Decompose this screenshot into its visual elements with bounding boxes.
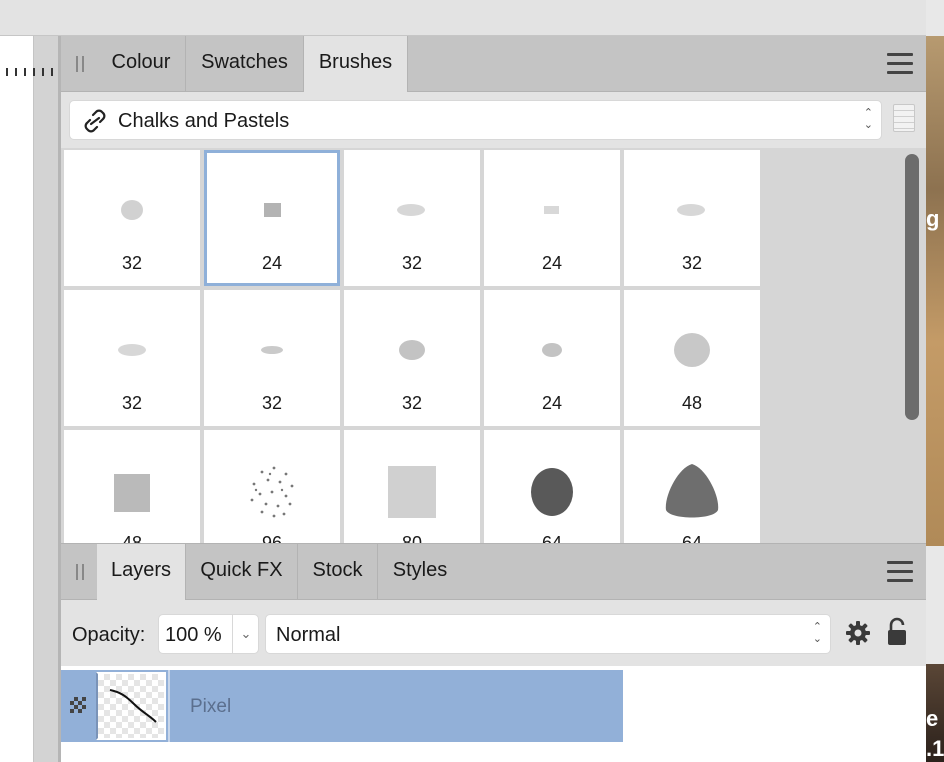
brushes-panel: Colour Swatches Brushes Chalks and Paste…	[61, 36, 926, 543]
brush-grid: 32 24 32 24 32 32 32 32 24 48 48 96 80 6…	[61, 148, 899, 543]
tab-quick-fx[interactable]: Quick FX	[186, 544, 298, 600]
blend-mode-value: Normal	[276, 624, 341, 646]
updown-chevron-icon: ⌃ ⌄	[863, 107, 873, 131]
brush-preview-icon	[388, 466, 436, 518]
opacity-field[interactable]: 100 % ⌄	[158, 614, 259, 654]
brush-cell[interactable]: 96	[204, 430, 340, 543]
vertical-ruler	[0, 36, 34, 762]
layer-thumbnail	[96, 672, 166, 740]
ruler-ticks	[6, 68, 54, 76]
brush-size-label: 32	[681, 253, 703, 273]
brush-cell[interactable]: 24	[484, 290, 620, 426]
window-top-strip	[0, 0, 926, 36]
panel-grip-icon[interactable]	[76, 56, 84, 72]
brush-category-select[interactable]: Chalks and Pastels ⌃ ⌄	[69, 100, 882, 140]
gear-icon[interactable]	[845, 620, 871, 646]
brush-size-label: 24	[261, 253, 283, 273]
brush-preview-icon	[677, 204, 705, 216]
brush-list-view-icon[interactable]	[893, 104, 915, 132]
layers-tab-bar: Layers Quick FX Stock Styles	[61, 544, 926, 600]
brush-preview-icon	[665, 464, 719, 518]
tab-brushes[interactable]: Brushes	[304, 36, 408, 92]
brush-cell[interactable]: 80	[344, 430, 480, 543]
thumbnail-separator	[168, 670, 170, 742]
brush-category-bar: Chalks and Pastels ⌃ ⌄	[61, 92, 926, 148]
tab-colour[interactable]: Colour	[97, 36, 186, 92]
brush-size-label: 32	[261, 393, 283, 413]
opacity-label: Opacity:	[72, 624, 146, 646]
tab-layers[interactable]: Layers	[97, 544, 186, 600]
background-text-bottom: e .1	[926, 704, 944, 762]
brush-preview-icon	[121, 200, 143, 220]
link-icon	[84, 109, 106, 133]
layer-row-selected[interactable]: Pixel	[61, 670, 623, 742]
chevron-down-icon[interactable]: ⌄	[232, 615, 259, 653]
brush-cell[interactable]: 32	[64, 290, 200, 426]
brush-preview-icon	[118, 344, 146, 356]
brush-cell[interactable]: 32	[624, 150, 760, 286]
panel-grip-icon[interactable]	[76, 564, 84, 580]
brush-size-label: 24	[541, 393, 563, 413]
panel-menu-icon[interactable]	[887, 561, 913, 583]
brush-preview-icon	[114, 474, 150, 512]
brush-cell[interactable]: 32	[64, 150, 200, 286]
brush-preview-icon	[264, 203, 281, 217]
brush-cell-selected[interactable]: 24	[204, 150, 340, 286]
brush-preview-icon	[397, 204, 425, 216]
brush-cell[interactable]: 48	[624, 290, 760, 426]
tab-swatches[interactable]: Swatches	[186, 36, 304, 92]
brush-preview-icon	[674, 333, 710, 367]
background-text-bottom-line-1: e	[926, 706, 939, 731]
lock-icon[interactable]	[886, 617, 908, 647]
brush-size-label: 96	[261, 533, 283, 543]
layer-list: Pixel	[61, 666, 926, 762]
brush-size-label: 32	[401, 253, 423, 273]
brush-preview-icon	[261, 346, 283, 354]
opacity-value: 100 %	[165, 624, 222, 646]
tab-styles[interactable]: Styles	[378, 544, 462, 600]
brush-cell[interactable]: 64	[484, 430, 620, 543]
layer-controls-row: Opacity: 100 % ⌄ Normal ⌃ ⌄	[61, 601, 926, 665]
brush-size-label: 48	[121, 533, 143, 543]
brush-size-label: 32	[121, 393, 143, 413]
brush-size-label: 64	[541, 533, 563, 543]
brush-category-label: Chalks and Pastels	[118, 110, 290, 132]
brush-size-label: 32	[121, 253, 143, 273]
background-text-top: g	[926, 206, 940, 231]
brush-size-label: 48	[681, 393, 703, 413]
blend-mode-select[interactable]: Normal ⌃ ⌄	[265, 614, 831, 654]
brush-cell[interactable]: 64	[624, 430, 760, 543]
panel-menu-icon[interactable]	[887, 53, 913, 75]
stroke-thumbnail-icon	[109, 689, 157, 723]
brush-size-label: 64	[681, 533, 703, 543]
brush-cell[interactable]: 32	[204, 290, 340, 426]
brush-cell[interactable]: 24	[484, 150, 620, 286]
brush-preview-icon	[531, 468, 573, 516]
layers-panel: Layers Quick FX Stock Styles Opacity: 10…	[61, 543, 926, 762]
brush-preview-icon	[542, 343, 562, 357]
brush-preview-icon	[250, 466, 294, 518]
brushes-tab-bar: Colour Swatches Brushes	[61, 36, 926, 92]
brush-cell[interactable]: 48	[64, 430, 200, 543]
background-text-bottom-line-2: .1	[926, 736, 944, 761]
layer-name: Pixel	[190, 696, 232, 717]
brush-size-label: 32	[401, 393, 423, 413]
brush-cell[interactable]: 32	[344, 150, 480, 286]
transparency-checker-icon	[70, 697, 86, 713]
brush-size-label: 80	[401, 533, 423, 543]
background-photo-top	[926, 36, 944, 546]
brush-preview-icon	[399, 340, 425, 360]
brush-size-label: 24	[541, 253, 563, 273]
updown-chevron-icon: ⌃ ⌄	[812, 621, 822, 645]
brush-preview-icon	[544, 206, 559, 214]
brush-scrollbar-thumb[interactable]	[905, 154, 919, 420]
tab-stock[interactable]: Stock	[298, 544, 378, 600]
brush-cell[interactable]: 32	[344, 290, 480, 426]
